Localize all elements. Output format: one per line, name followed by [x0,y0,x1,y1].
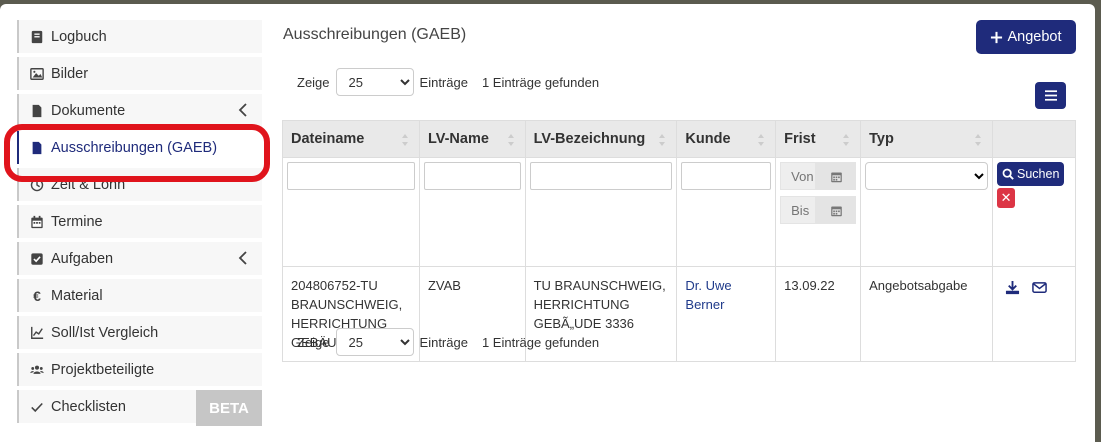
highlight-annotation [4,124,270,182]
sidebar-item-termine[interactable]: Termine [17,205,262,238]
filter-cell [282,157,420,267]
filter-dateiname-input[interactable] [287,162,415,190]
length-suffix: Einträge [419,74,468,90]
date-from-input[interactable] [780,162,817,190]
add-angebot-button[interactable]: Angebot [976,20,1076,54]
file-icon [29,103,45,119]
users-icon [29,362,45,378]
image-icon [29,66,45,82]
filter-cell [860,157,994,267]
sort-icon [843,134,850,146]
sidebar-item-label: Checklisten [51,398,126,415]
sort-icon [758,134,765,146]
sidebar-item-label: Material [51,287,103,304]
sort-icon [659,134,666,146]
sort-icon [401,134,408,146]
filter-lv-bezeichnung-input[interactable] [529,162,673,190]
column-menu-button[interactable] [1035,82,1066,109]
filter-cell [775,157,862,267]
cell-frist: 13.09.22 [775,266,862,362]
gaeb-table: Dateiname LV-Name LV-Bezeichnung Kunde F… [282,120,1076,362]
col-header-dateiname[interactable]: Dateiname [282,120,420,158]
filter-lv-name-input[interactable] [423,162,521,190]
entries-found: 1 Einträge gefunden [481,74,600,90]
sidebar-item-label: Logbuch [51,28,107,45]
euro-icon: € [33,287,41,304]
length-select[interactable]: 25 [335,68,414,96]
filter-cell [524,157,678,267]
filter-cell [418,157,526,267]
add-angebot-label: Angebot [1007,29,1062,45]
calendar-icon[interactable] [816,162,857,190]
search-icon [1002,168,1014,180]
sort-icon [507,134,514,146]
cell-actions [992,266,1076,362]
date-from-field [780,162,857,190]
sidebar-item-label: Dokumente [51,102,126,119]
clear-filter-button[interactable]: ✕ [997,188,1016,208]
filter-typ-select[interactable] [865,162,989,190]
chevron-left-icon [238,251,247,265]
envelope-icon[interactable] [1032,280,1047,295]
filter-kunde-input[interactable] [681,162,772,190]
page-title: Ausschreibungen (GAEB) [283,26,467,43]
col-header-kunde[interactable]: Kunde [676,120,777,158]
content-card: Logbuch Bilder Dokumente Ausschreibungen… [0,4,1095,442]
sidebar-item-label: Projektbeteiligte [51,361,155,378]
cell-kunde: Dr. Uwe Berner [676,266,777,362]
calendar-icon [29,214,45,230]
col-header-frist[interactable]: Frist [775,120,862,158]
date-to-field [780,196,857,224]
kunde-link[interactable]: Dr. Uwe Berner [685,278,731,312]
book-icon [29,29,45,45]
col-header-lv-bezeichnung[interactable]: LV-Bezeichnung [524,120,678,158]
chevron-left-icon [238,103,247,117]
search-button-label: Suchen [1017,167,1060,181]
col-header-typ[interactable]: Typ [860,120,994,158]
length-control-bottom: Zeige 25 Einträge 1 Einträge gefunden [297,328,599,356]
check-square-icon [29,251,45,267]
entries-found: 1 Einträge gefunden [481,334,600,350]
sidebar-item-logbuch[interactable]: Logbuch [17,20,262,53]
sidebar-item-bilder[interactable]: Bilder [17,57,262,90]
check-icon [29,399,45,415]
sidebar-item-label: Bilder [51,65,89,82]
sidebar-item-checklisten[interactable]: Checklisten BETA [17,390,262,426]
sidebar-item-label: Aufgaben [51,250,114,267]
chart-icon [29,325,45,341]
sidebar-item-projektbeteiligte[interactable]: Projektbeteiligte [17,353,262,386]
length-suffix: Einträge [419,334,468,350]
sidebar-item-label: Soll/Ist Vergleich [51,324,159,341]
length-prefix: Zeige [297,334,330,350]
menu-icon [1044,90,1057,101]
sidebar-item-label: Termine [51,213,103,230]
length-control-top: Zeige 25 Einträge 1 Einträge gefunden [297,68,599,96]
filter-cell: Suchen ✕ [992,157,1076,267]
date-to-input[interactable] [780,196,817,224]
download-icon[interactable] [1005,280,1020,295]
beta-badge: BETA [196,390,262,426]
plus-icon [991,31,1003,43]
length-select[interactable]: 25 [335,328,414,356]
sidebar-item-dokumente[interactable]: Dokumente [17,94,262,127]
sidebar-item-material[interactable]: € Material [17,279,262,312]
length-prefix: Zeige [297,74,330,90]
sidebar-item-soll-ist[interactable]: Soll/Ist Vergleich [17,316,262,349]
sort-icon [975,134,982,146]
calendar-icon[interactable] [816,196,857,224]
col-header-actions [992,120,1076,158]
sidebar: Logbuch Bilder Dokumente Ausschreibungen… [17,20,262,427]
col-header-lv-name[interactable]: LV-Name [418,120,526,158]
filter-cell [676,157,777,267]
cell-typ: Angebotsabgabe [860,266,994,362]
sidebar-item-aufgaben[interactable]: Aufgaben [17,242,262,275]
search-button[interactable]: Suchen [997,162,1065,186]
